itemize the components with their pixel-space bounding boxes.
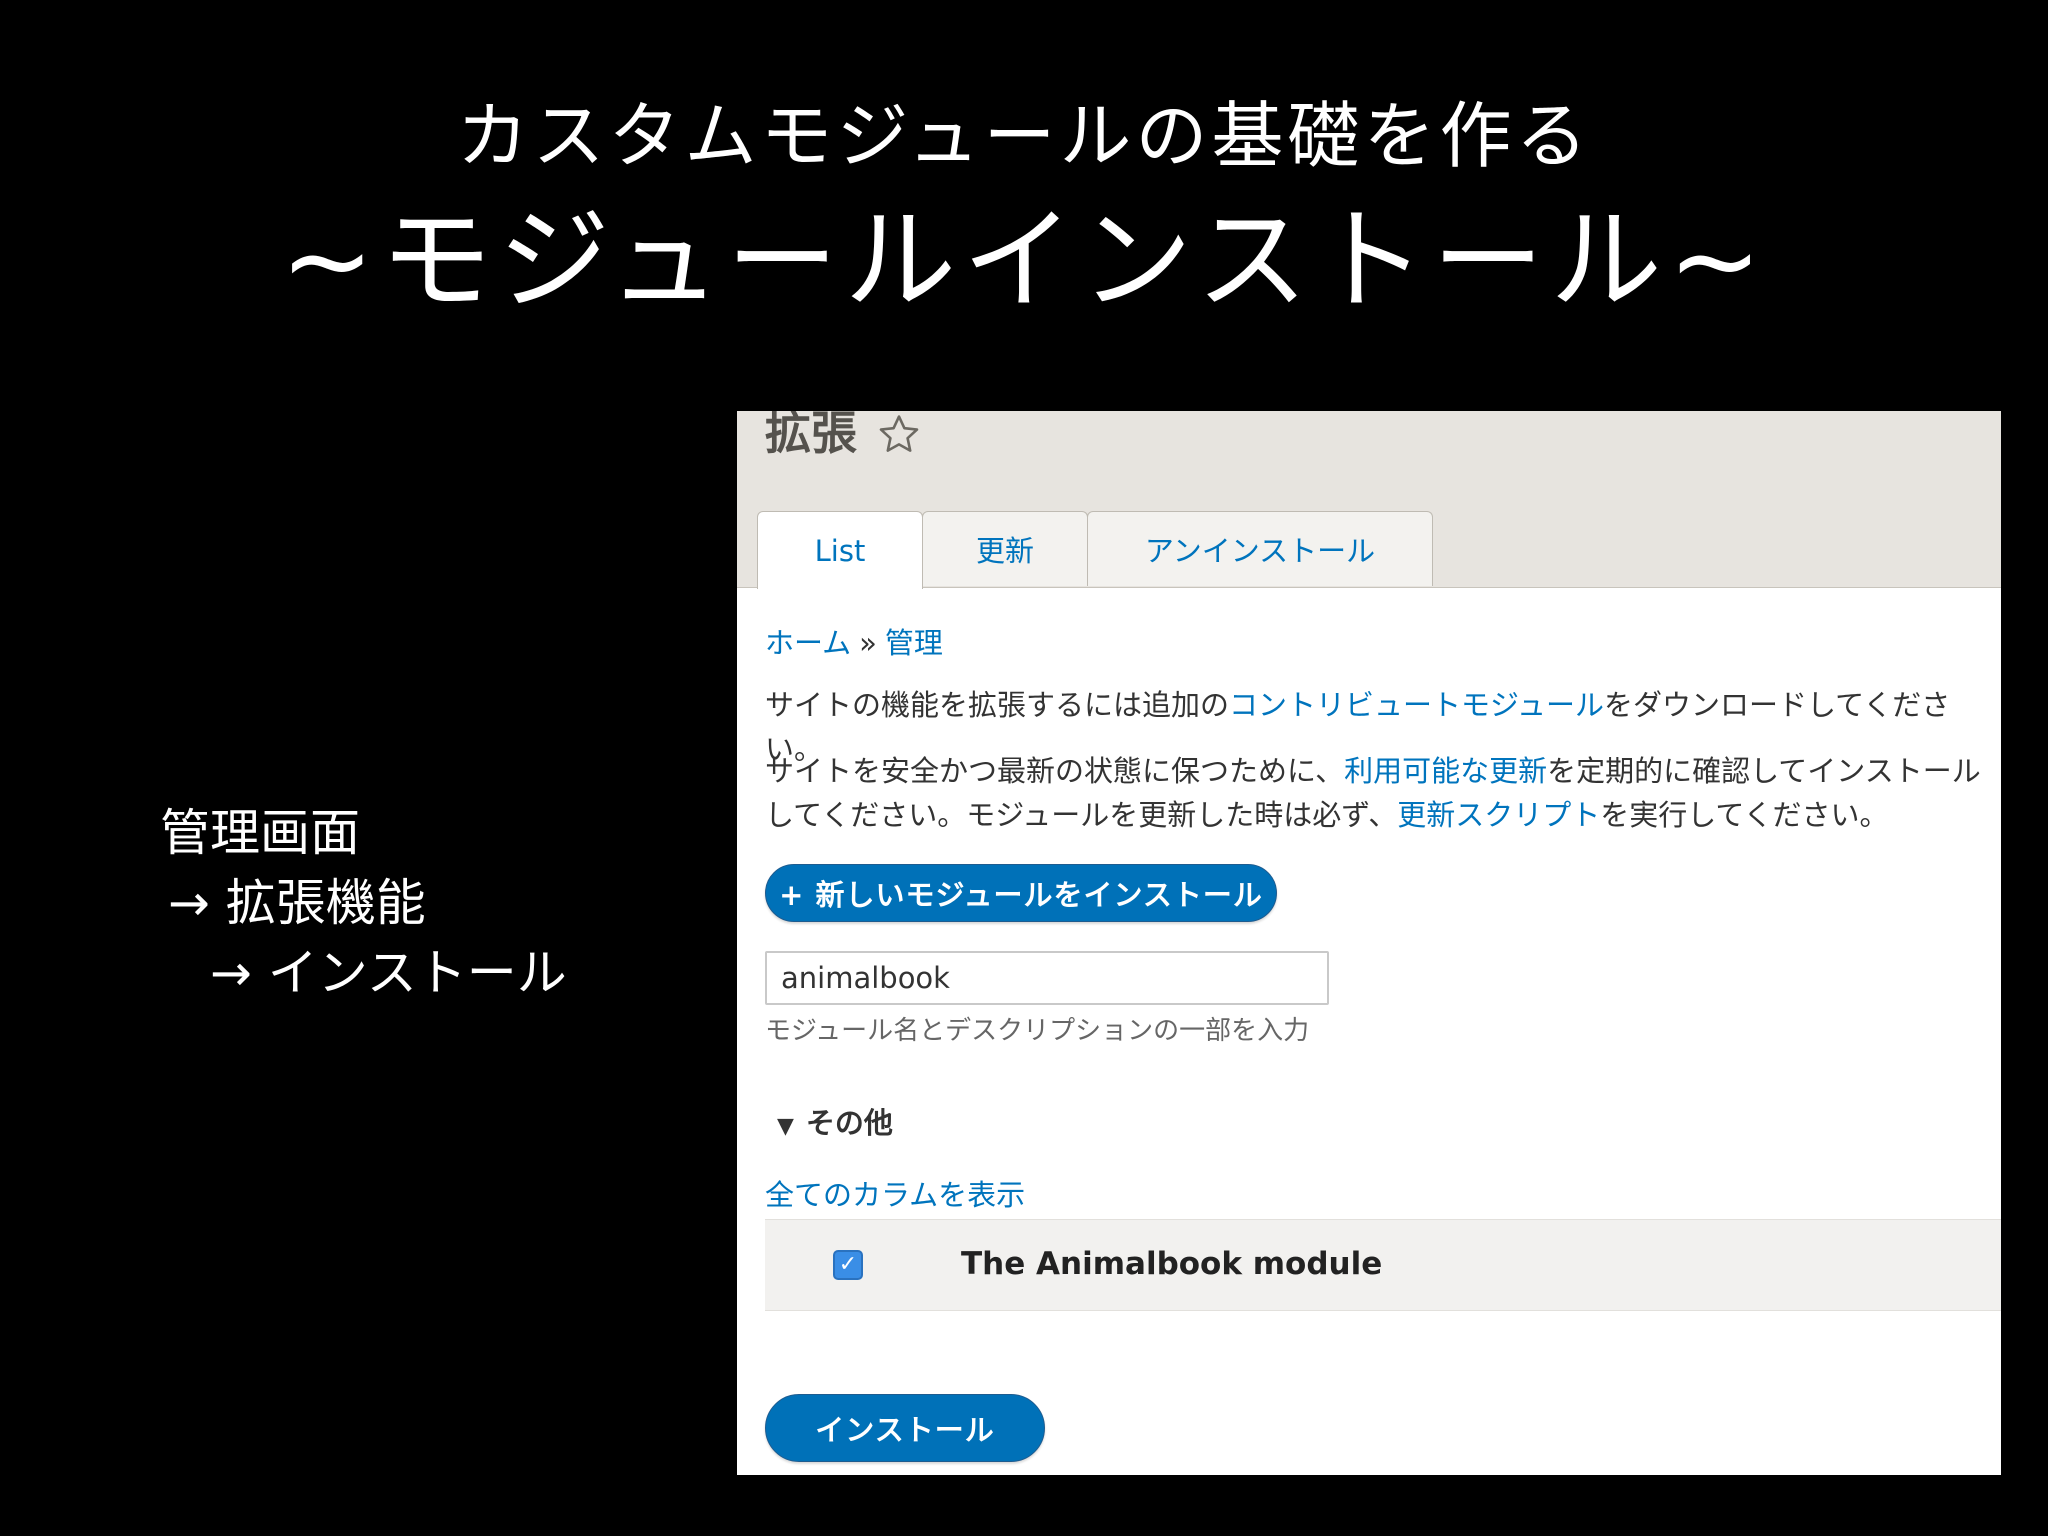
triangle-down-icon: ▼ (777, 1114, 794, 1139)
slide-title: カスタムモジュールの基礎を作る (456, 94, 1592, 178)
tab-bar: List 更新 アンインストール (757, 511, 1433, 589)
side-note-line: 管理画面 (160, 804, 360, 862)
module-name: The Animalbook module (961, 1246, 1383, 1282)
tab-list[interactable]: List (757, 511, 923, 589)
breadcrumb-separator: » (859, 626, 877, 660)
intro-text-part: サイトの機能を拡張するには追加の (765, 688, 1230, 722)
side-note-line: → インストール (210, 944, 567, 1002)
show-all-columns-link[interactable]: 全てのカラムを表示 (765, 1175, 1025, 1215)
details-other-toggle[interactable]: ▼ その他 (777, 1101, 893, 1149)
breadcrumb: ホーム» 管理 (765, 623, 943, 663)
breadcrumb-home-link[interactable]: ホーム (765, 626, 851, 660)
install-button[interactable]: インストール (765, 1394, 1045, 1462)
module-filter-input[interactable]: animalbook (765, 951, 1329, 1005)
contributed-modules-link[interactable]: コントリビュートモジュール (1229, 688, 1604, 722)
breadcrumb-admin-link[interactable]: 管理 (885, 626, 943, 660)
update-text: サイトを安全かつ最新の状態に保つために、利用可能な更新を定期的に確認してインスト… (765, 749, 1985, 837)
available-updates-link[interactable]: 利用可能な更新 (1344, 754, 1547, 788)
side-note: 管理画面 → 拡張機能 → インストール (160, 798, 567, 1008)
tab-uninstall[interactable]: アンインストール (1087, 511, 1433, 586)
screenshot-panel: 拡張 List 更新 アンインストール ホーム» 管理 サイトの機能を拡張するには… (737, 411, 2001, 1475)
filter-description: モジュール名とデスクリプションの一部を入力 (765, 1016, 1310, 1046)
page-header: 拡張 List 更新 アンインストール (737, 411, 2001, 589)
star-outline-icon[interactable] (875, 411, 923, 459)
install-new-module-button[interactable]: + 新しいモジュールをインストール (765, 864, 1277, 922)
module-checkbox[interactable]: ✓ (833, 1250, 863, 1280)
tab-update[interactable]: 更新 (922, 511, 1088, 586)
update-text-part: サイトを安全かつ最新の状態に保つために、 (765, 754, 1345, 788)
side-note-line: → 拡張機能 (168, 874, 426, 932)
details-summary-label: その他 (805, 1106, 893, 1140)
update-script-link[interactable]: 更新スクリプト (1397, 798, 1600, 832)
slide-subtitle: ~モジュールインストール~ (280, 196, 1768, 326)
table-row: ✓ The Animalbook module (765, 1219, 2001, 1311)
page-title: 拡張 (765, 411, 857, 460)
update-text-part: を実行してください。 (1600, 798, 1889, 832)
